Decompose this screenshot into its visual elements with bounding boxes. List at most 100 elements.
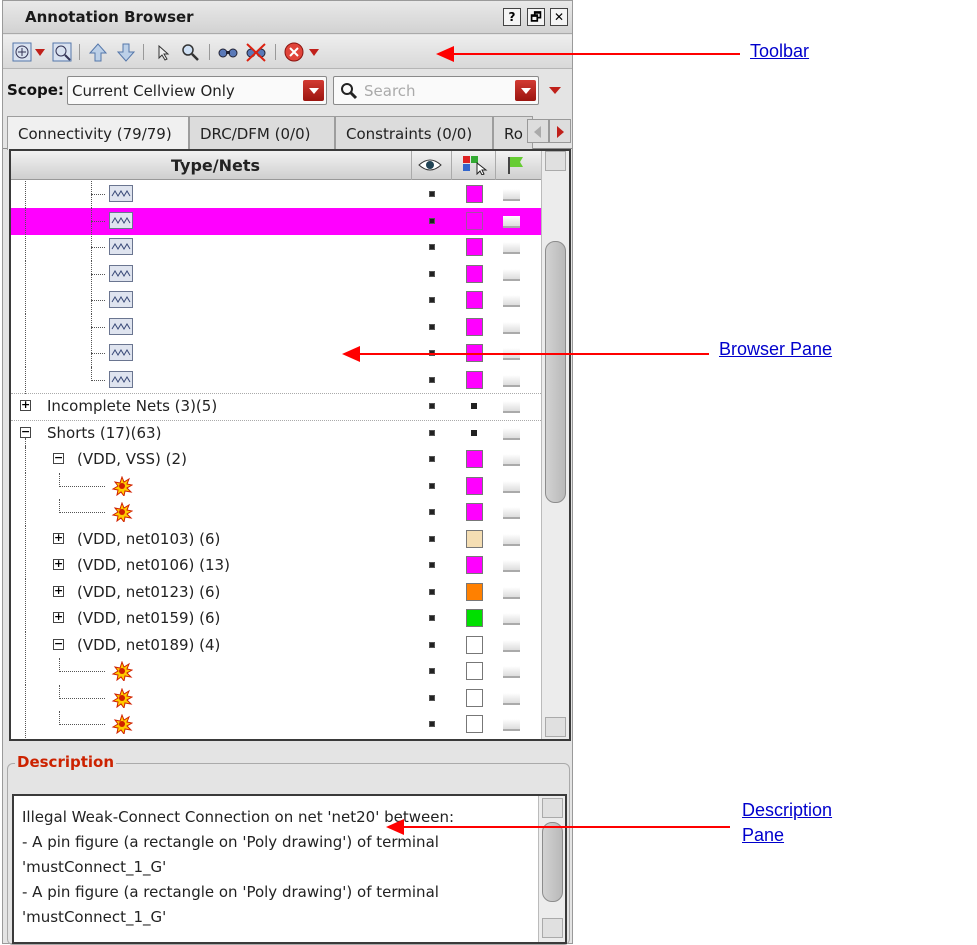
flag-checkbox[interactable] [503,242,520,254]
expand-icon[interactable]: + [53,532,64,544]
options-menu-icon[interactable] [549,87,561,95]
visibility-toggle[interactable] [429,615,435,621]
tree-row[interactable] [11,234,541,261]
visibility-toggle[interactable] [429,695,435,701]
tree-row[interactable] [11,261,541,288]
flag-column[interactable] [495,151,541,180]
desc-scroll-up-button[interactable] [542,798,563,818]
tab-constraints[interactable]: Constraints (0/0) [335,116,493,149]
tree-row[interactable] [11,367,541,394]
color-swatch[interactable] [466,477,483,495]
expand-icon[interactable]: + [53,558,64,570]
flag-checkbox[interactable] [503,719,520,731]
visibility-toggle[interactable] [429,244,435,250]
arrow-down-icon[interactable] [115,41,137,63]
flag-checkbox[interactable] [503,693,520,705]
help-button[interactable]: ? [503,8,521,26]
binoculars-off-icon[interactable] [245,41,267,63]
tree-row[interactable] [11,473,541,500]
tree-row[interactable]: − (VDD, net0189) (4) [11,632,541,659]
flag-checkbox[interactable] [503,454,520,466]
binoculars-icon[interactable] [217,41,239,63]
search-input[interactable]: Search [333,76,539,105]
scroll-up-button[interactable] [545,151,566,171]
tree-row[interactable]: + Incomplete Nets (3)(5) [11,393,541,420]
tab-scroll-right-button[interactable] [549,119,571,143]
zoom-fit-menu-icon[interactable] [35,49,45,57]
expand-icon[interactable]: + [53,585,64,597]
visibility-column[interactable] [411,151,451,180]
collapse-icon[interactable]: − [20,426,31,438]
chevron-down-icon[interactable] [303,80,324,101]
scrollbar-thumb[interactable] [545,241,566,503]
zoom-fit-icon[interactable] [11,41,33,63]
tree-row[interactable] [11,711,541,738]
visibility-toggle[interactable] [429,456,435,462]
color-swatch[interactable] [466,715,483,733]
collapse-icon[interactable]: − [53,452,64,464]
color-swatch[interactable] [466,450,483,468]
flag-checkbox[interactable] [503,401,520,413]
description-scrollbar[interactable] [538,796,565,942]
tree-row[interactable] [11,287,541,314]
close-button[interactable]: ✕ [550,8,568,26]
color-swatch[interactable] [471,403,477,409]
visibility-toggle[interactable] [429,271,435,277]
browser-scrollbar[interactable] [541,151,569,739]
visibility-toggle[interactable] [429,377,435,383]
flag-checkbox[interactable] [503,640,520,652]
flag-checkbox[interactable] [503,189,520,201]
tree-row[interactable]: + (VDD, net0106) (13) [11,552,541,579]
tree-row[interactable] [11,181,541,208]
color-swatch[interactable] [466,689,483,707]
collapse-icon[interactable]: − [53,638,64,650]
tree-row[interactable]: − (VDD, VSS) (2) [11,446,541,473]
color-swatch[interactable] [466,530,483,548]
zoom-area-icon[interactable] [51,41,73,63]
expand-icon[interactable]: + [20,399,31,411]
visibility-toggle[interactable] [429,509,435,515]
color-swatch[interactable] [466,318,483,336]
float-button[interactable]: 🗗 [527,8,545,26]
color-swatch[interactable] [466,583,483,601]
visibility-toggle[interactable] [429,642,435,648]
pointer-icon[interactable] [151,41,173,63]
magnifier-icon[interactable] [179,41,201,63]
flag-checkbox[interactable] [503,295,520,307]
tree-row[interactable] [11,208,541,235]
tab-scroll-left-button[interactable] [527,119,549,143]
type-nets-header[interactable]: Type/Nets [171,156,260,175]
color-swatch[interactable] [466,636,483,654]
desc-scroll-down-button[interactable] [542,918,563,938]
tree-row[interactable]: + (VDD, net0103) (6) [11,526,541,553]
flag-checkbox[interactable] [503,560,520,572]
tree-row[interactable] [11,499,541,526]
visibility-toggle[interactable] [429,668,435,674]
color-swatch[interactable] [466,556,483,574]
flag-checkbox[interactable] [503,587,520,599]
scope-select[interactable]: Current Cellview Only [67,76,327,105]
stop-menu-icon[interactable] [309,49,319,57]
flag-checkbox[interactable] [503,507,520,519]
tab-drc-dfm[interactable]: DRC/DFM (0/0) [189,116,335,149]
flag-checkbox[interactable] [503,613,520,625]
visibility-toggle[interactable] [429,218,435,224]
color-swatch[interactable] [466,371,483,389]
tree-row[interactable] [11,658,541,685]
visibility-toggle[interactable] [429,430,435,436]
visibility-toggle[interactable] [429,297,435,303]
stop-icon[interactable] [283,41,305,63]
scroll-down-button[interactable] [545,717,566,737]
flag-checkbox[interactable] [503,375,520,387]
visibility-toggle[interactable] [429,721,435,727]
color-swatch[interactable] [466,185,483,203]
color-swatch[interactable] [466,238,483,256]
visibility-toggle[interactable] [429,191,435,197]
color-swatch[interactable] [466,503,483,521]
flag-checkbox[interactable] [503,534,520,546]
tab-connectivity[interactable]: Connectivity (79/79) [7,116,189,150]
expand-icon[interactable]: + [53,611,64,623]
flag-checkbox[interactable] [503,428,520,440]
visibility-toggle[interactable] [429,483,435,489]
visibility-toggle[interactable] [429,403,435,409]
